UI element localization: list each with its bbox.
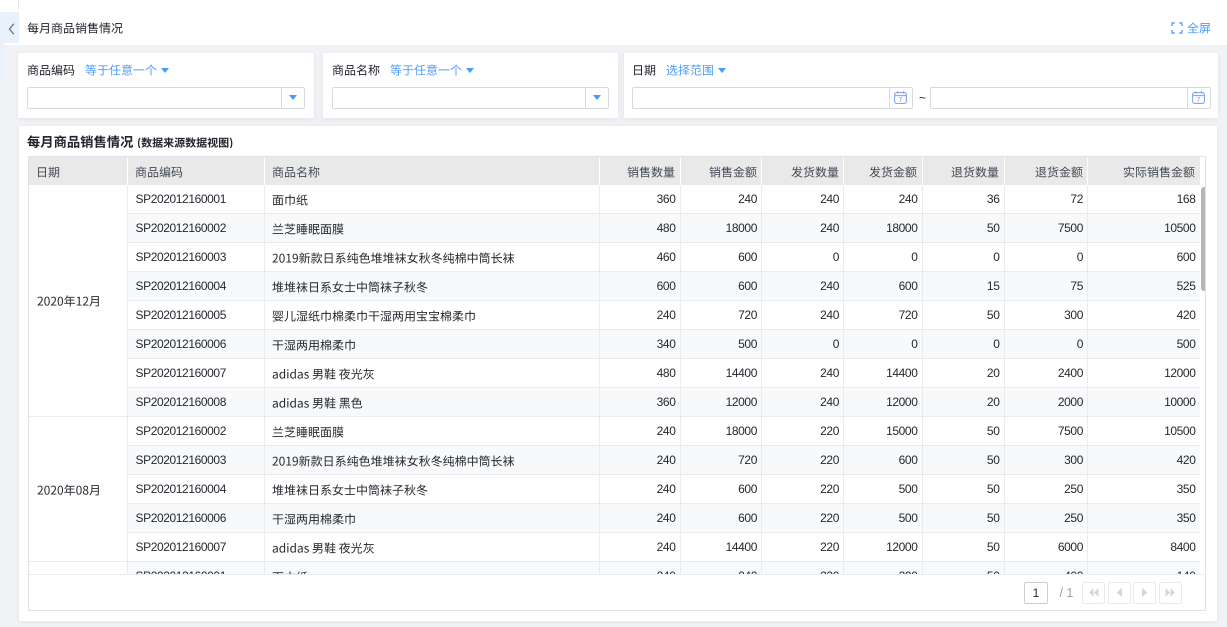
svg-text:7: 7 <box>898 95 902 104</box>
svg-text:7: 7 <box>1196 95 1200 104</box>
